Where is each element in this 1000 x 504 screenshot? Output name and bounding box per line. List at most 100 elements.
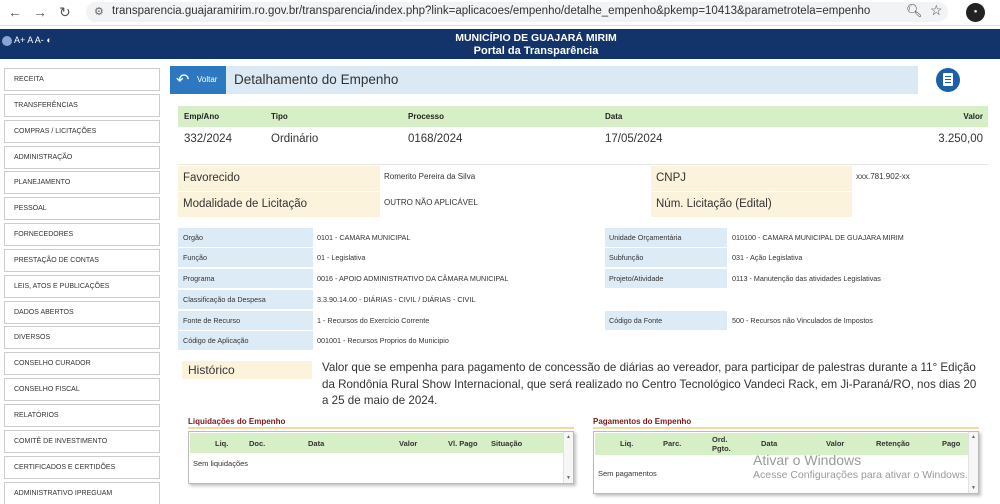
col-liq: Liq. — [620, 439, 634, 448]
subfuncao-label: Subfunção — [605, 248, 727, 267]
document-icon — [943, 73, 953, 86]
subfuncao-value: 031 - Ação Legislativa — [727, 248, 988, 267]
pagamentos-empty-message: Sem pagamentos — [598, 469, 657, 478]
header-tipo: Tipo — [271, 112, 288, 121]
forward-arrow-icon[interactable]: → — [33, 4, 47, 20]
site-header: A+ A A- ◐ MUNICÍPIO DE GUAJARÁ MIRIM Por… — [0, 29, 1000, 59]
scroll-down-icon[interactable]: ▼ — [971, 485, 976, 491]
sidebar-item-conselho-curador[interactable]: CONSELHO CURADOR — [4, 352, 160, 376]
programa-value: 0016 - APOIO ADMINISTRATIVO DA CÂMARA MU… — [313, 269, 605, 288]
col-ord: Ord. — [712, 435, 728, 444]
modalidade-value: OUTRO NÃO APLICÁVEL — [380, 192, 651, 217]
unidade-label: Unidade Orçamentária — [605, 228, 727, 247]
cnpj-label: CNPJ — [651, 166, 852, 191]
windows-activation-watermark: Ativar o Windows Acesse Configurações pa… — [753, 452, 968, 481]
sidebar-item-pessoal[interactable]: PESSOAL — [4, 197, 160, 221]
header-valor: Valor — [963, 112, 983, 121]
col-situacao: Situação — [491, 439, 523, 448]
liquidacoes-scrollbar[interactable]: ▲ ▼ — [563, 432, 573, 483]
undo-arrow-icon: ↶ — [176, 72, 190, 89]
orgao-label: Orgão — [178, 228, 313, 247]
sidebar-item-transferencias[interactable]: TRANSFERÊNCIAS — [4, 93, 160, 117]
sidebar-item-leis-atos[interactable]: LEIS, ATOS E PUBLICAÇÕES — [4, 274, 160, 298]
fonte-recurso-value: 1 - Recursos do Exercício Corrente — [313, 311, 605, 330]
projeto-value: 0113 - Manutenção das atividades Legisla… — [727, 269, 988, 288]
sidebar-item-receita[interactable]: RECEITA — [4, 68, 160, 91]
col-pgto: Pgto. — [712, 444, 731, 453]
back-button[interactable]: ↶ Voltar — [170, 66, 226, 94]
favorecido-section: Favorecido Romerito Pereira da Silva CNP… — [178, 164, 988, 217]
cnpj-value: xxx.781.902-xx — [852, 166, 988, 191]
sidebar-item-compras[interactable]: COMPRAS / LICITAÇÕES — [4, 119, 160, 143]
watermark-title: Ativar o Windows — [753, 452, 862, 468]
pagamentos-title-underline — [593, 427, 979, 429]
scroll-up-icon[interactable]: ▲ — [971, 434, 976, 440]
sidebar-item-comite-investimento[interactable]: COMITÊ DE INVESTIMENTO — [4, 429, 160, 453]
summary-value-row: 332/2024 Ordinário 0168/2024 17/05/2024 … — [178, 127, 988, 153]
codigo-aplicacao-label: Código de Aplicação — [178, 331, 313, 350]
favorecido-value: Romerito Pereira da Silva — [380, 166, 651, 191]
back-arrow-icon[interactable]: ← — [8, 4, 22, 20]
sidebar-item-diversos[interactable]: DIVERSOS — [4, 326, 160, 350]
funcao-label: Função — [178, 248, 313, 267]
col-valor: Valor — [399, 439, 418, 448]
sidebar-item-dados-abertos[interactable]: DADOS ABERTOS — [4, 300, 160, 324]
col-data: Data — [308, 439, 325, 448]
watermark-subtitle: Acesse Configurações para ativar o Windo… — [753, 469, 968, 481]
codigo-fonte-value: 500 - Recursos não Vinculados de Imposto… — [727, 311, 988, 330]
col-doc: Doc. — [249, 439, 266, 448]
pagamentos-title: Pagamentos do Empenho — [593, 417, 692, 426]
site-info-icon[interactable]: ⚙ — [94, 5, 104, 18]
sidebar-item-planejamento[interactable]: PLANEJAMENTO — [4, 171, 160, 195]
value-tipo: Ordinário — [271, 133, 319, 145]
col-parc: Parc. — [663, 439, 682, 448]
value-data: 17/05/2024 — [605, 133, 663, 145]
sidebar-menu: RECEITA TRANSFERÊNCIAS COMPRAS / LICITAÇ… — [4, 68, 160, 504]
reload-icon[interactable]: ↻ — [59, 4, 71, 21]
classificacao-value: 3.3.90.14.00 - DIÁRIAS - CIVIL / DIÁRIAS… — [313, 290, 605, 309]
favorecido-label: Favorecido — [178, 166, 380, 191]
liquidacoes-empty-message: Sem liquidações — [193, 459, 249, 468]
num-licitacao-value — [852, 192, 988, 217]
sidebar-item-fornecedores[interactable]: FORNECEDORES — [4, 223, 160, 247]
projeto-label: Projeto/Atividade — [605, 269, 727, 288]
unidade-value: 010100 - CAMARA MUNICIPAL DE GUAJARA MIR… — [727, 228, 988, 247]
back-button-label: Voltar — [197, 75, 218, 84]
value-processo: 0168/2024 — [408, 133, 463, 145]
codigo-aplicacao-value: 001001 - Recursos Proprios do Municipio — [313, 331, 605, 350]
col-data: Data — [761, 439, 778, 448]
liquidacoes-table[interactable]: Liq. Doc. Data Valor Vl. Pago Situação S… — [188, 431, 574, 484]
zoom-icon[interactable]: 🔍︎ — [906, 3, 923, 19]
sidebar-item-prestacao-contas[interactable]: PRESTAÇÃO DE CONTAS — [4, 248, 160, 272]
historico-text: Valor que se empenha para pagamento de c… — [322, 361, 977, 407]
col-valor: Valor — [826, 439, 845, 448]
scroll-up-icon[interactable]: ▲ — [566, 434, 571, 440]
url-text[interactable]: transparencia.guajaramirim.ro.gov.br/tra… — [112, 5, 870, 17]
col-retencao: Retenção — [876, 439, 910, 448]
scroll-down-icon[interactable]: ▼ — [566, 475, 571, 481]
liquidacoes-header-row: Liq. Doc. Data Valor Vl. Pago Situação — [190, 433, 563, 453]
orgao-value: 0101 - CAMARA MUNICIPAL — [313, 228, 605, 247]
sidebar-item-relatorios[interactable]: RELATÓRIOS — [4, 403, 160, 427]
sidebar-item-certificados[interactable]: CERTIFICADOS E CERTIDÕES — [4, 455, 160, 479]
profile-avatar[interactable]: ● — [966, 3, 985, 22]
header-processo: Processo — [408, 112, 445, 121]
municipality-title: MUNICÍPIO DE GUAJARÁ MIRIM — [455, 32, 617, 44]
col-pago: Pago — [942, 439, 961, 448]
classificacao-label: Classificação da Despesa — [178, 290, 313, 309]
sidebar-item-administrativo-ipreguam[interactable]: ADMINISTRATIVO IPREGUAM — [4, 481, 160, 504]
historico-label: Histórico — [182, 361, 312, 379]
document-report-button[interactable] — [936, 68, 960, 92]
codigo-fonte-label: Código da Fonte — [605, 311, 727, 330]
address-bar[interactable]: ⚙ transparencia.guajaramirim.ro.gov.br/t… — [86, 2, 948, 22]
fonte-recurso-label: Fonte de Recurso — [178, 311, 313, 330]
liquidacoes-title: Liquidações do Empenho — [188, 417, 286, 426]
modalidade-label: Modalidade de Licitação — [178, 192, 380, 217]
sidebar-item-conselho-fiscal[interactable]: CONSELHO FISCAL — [4, 378, 160, 402]
portal-title: Portal da Transparência — [473, 45, 599, 57]
bookmark-star-icon[interactable]: ☆ — [930, 2, 943, 19]
sidebar-item-administracao[interactable]: ADMINISTRAÇÃO — [4, 145, 160, 169]
col-liq: Liq. — [215, 439, 229, 448]
value-emp-ano: 332/2024 — [184, 133, 232, 145]
pagamentos-scrollbar[interactable]: ▲ ▼ — [968, 432, 978, 493]
